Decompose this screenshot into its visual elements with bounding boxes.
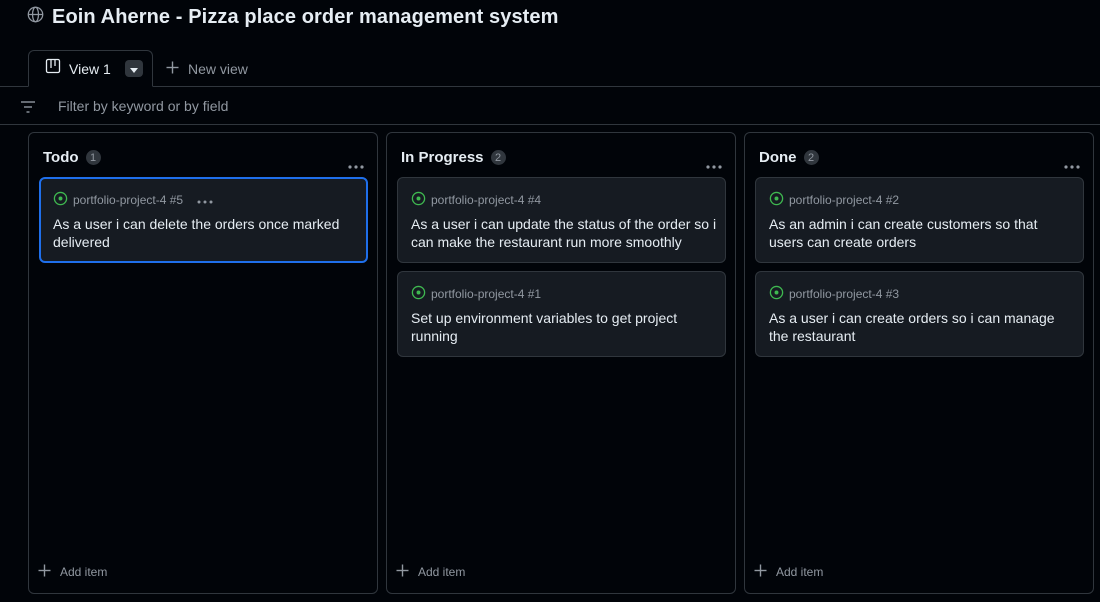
add-item-label: Add item — [418, 565, 466, 579]
card-meta: portfolio-project-4 #5 — [53, 191, 213, 209]
title-row: Eoin Aherne - Pizza place order manageme… — [27, 5, 559, 29]
tab-view-1-label: View 1 — [69, 60, 111, 77]
globe-icon — [27, 6, 44, 28]
column-header: In Progress 2 — [401, 149, 506, 166]
issue-card[interactable]: portfolio-project-4 #1 Set up environmen… — [397, 271, 726, 357]
add-item-button[interactable]: Add item — [754, 564, 823, 580]
issue-open-icon — [411, 285, 426, 303]
view-options-button[interactable] — [124, 60, 143, 78]
add-item-button[interactable]: Add item — [396, 564, 465, 580]
issue-reference[interactable]: portfolio-project-4 #1 — [431, 287, 541, 301]
page-title: Eoin Aherne - Pizza place order manageme… — [52, 5, 559, 28]
column-title: Done — [759, 149, 797, 166]
triangle-down-icon — [129, 60, 138, 78]
column-count-badge: 2 — [803, 150, 819, 165]
plus-icon — [396, 564, 409, 580]
filter-input[interactable]: Filter by keyword or by field — [58, 98, 228, 114]
issue-card[interactable]: portfolio-project-4 #2 As an admin i can… — [755, 177, 1084, 263]
column-header: Todo 1 — [43, 149, 101, 166]
add-item-label: Add item — [776, 565, 824, 579]
column-header: Done 2 — [759, 149, 819, 166]
filter-icon — [20, 100, 36, 118]
board-icon — [45, 58, 61, 79]
issue-card[interactable]: portfolio-project-4 #5 As a user i can d… — [39, 177, 368, 263]
column-todo: Todo 1 portfolio-project-4 #5 As a user … — [28, 132, 378, 594]
issue-reference[interactable]: portfolio-project-4 #4 — [431, 193, 541, 207]
issue-open-icon — [769, 285, 784, 303]
column-count-badge: 1 — [85, 150, 101, 165]
issue-title[interactable]: As a user i can delete the orders once m… — [53, 215, 359, 251]
column-done: Done 2 portfolio-project-4 #2 As an admi… — [744, 132, 1094, 594]
card-meta: portfolio-project-4 #3 — [769, 285, 899, 303]
add-item-button[interactable]: Add item — [38, 564, 107, 580]
column-title: Todo — [43, 149, 79, 166]
plus-icon — [166, 61, 179, 77]
column-in-progress: In Progress 2 portfolio-project-4 #4 As … — [386, 132, 736, 594]
issue-title[interactable]: As an admin i can create customers so th… — [769, 215, 1075, 251]
filter-bar: Filter by keyword or by field — [0, 88, 1100, 125]
column-title: In Progress — [401, 149, 484, 166]
kebab-menu-icon[interactable] — [706, 156, 722, 174]
issue-card[interactable]: portfolio-project-4 #4 As a user i can u… — [397, 177, 726, 263]
issue-title[interactable]: Set up environment variables to get proj… — [411, 309, 717, 345]
card-meta: portfolio-project-4 #4 — [411, 191, 541, 209]
view-tabs: View 1 New view — [0, 50, 1100, 87]
issue-card[interactable]: portfolio-project-4 #3 As a user i can c… — [755, 271, 1084, 357]
issue-reference[interactable]: portfolio-project-4 #3 — [789, 287, 899, 301]
kebab-menu-icon[interactable] — [1064, 156, 1080, 174]
issue-reference[interactable]: portfolio-project-4 #5 — [73, 193, 183, 207]
card-menu-icon[interactable] — [197, 193, 213, 207]
new-view-button[interactable]: New view — [166, 60, 248, 78]
new-view-label: New view — [188, 61, 248, 77]
issue-open-icon — [769, 191, 784, 209]
plus-icon — [754, 564, 767, 580]
card-meta: portfolio-project-4 #2 — [769, 191, 899, 209]
plus-icon — [38, 564, 51, 580]
issue-title[interactable]: As a user i can create orders so i can m… — [769, 309, 1075, 345]
project-header: Eoin Aherne - Pizza place order manageme… — [0, 0, 1100, 87]
card-meta: portfolio-project-4 #1 — [411, 285, 541, 303]
add-item-label: Add item — [60, 565, 108, 579]
issue-open-icon — [53, 191, 68, 209]
issue-title[interactable]: As a user i can update the status of the… — [411, 215, 717, 251]
tab-view-1[interactable]: View 1 — [28, 50, 153, 87]
kebab-menu-icon[interactable] — [348, 156, 364, 174]
column-count-badge: 2 — [490, 150, 506, 165]
issue-reference[interactable]: portfolio-project-4 #2 — [789, 193, 899, 207]
issue-open-icon — [411, 191, 426, 209]
